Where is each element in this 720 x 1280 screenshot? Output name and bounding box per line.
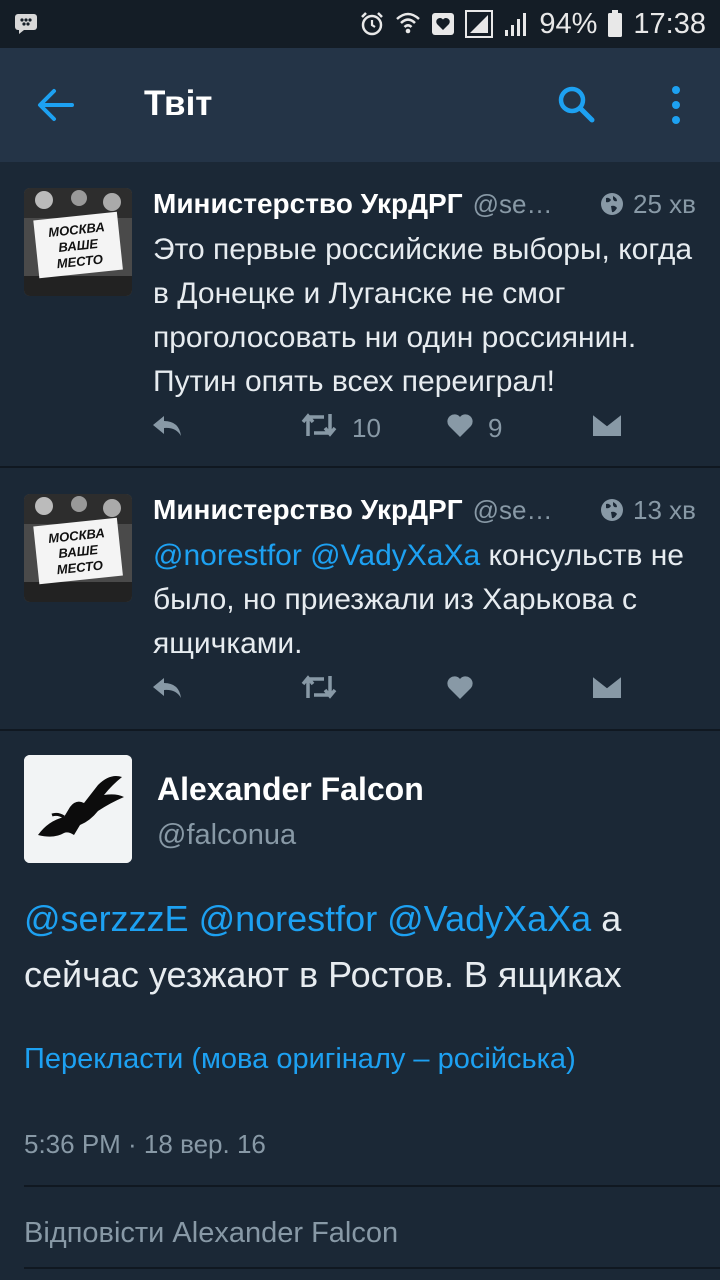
retweet-button[interactable]: 10	[300, 412, 381, 445]
avatar[interactable]	[24, 755, 132, 863]
reply-icon	[150, 674, 184, 709]
reply-icon	[150, 412, 184, 447]
tweet-text: @serzzzE @norestfor @VadyXaXa а сейчас у…	[24, 891, 704, 1003]
reply-button[interactable]	[150, 674, 184, 709]
envelope-icon	[592, 674, 622, 707]
heart-icon	[446, 412, 474, 445]
tweet-time: 13 хв	[633, 494, 696, 525]
heart-icon	[431, 12, 455, 36]
retweet-icon	[300, 674, 338, 707]
battery-icon	[607, 10, 623, 38]
like-button[interactable]: 9	[446, 412, 502, 445]
translate-link[interactable]: Перекласти (мова оригіналу – російська)	[24, 1043, 576, 1076]
reply-input[interactable]: Відповісти Alexander Falcon	[24, 1217, 398, 1250]
tweet-timestamp: 5:36 PM · 18 вер. 16	[24, 1129, 266, 1159]
status-bar: 94% 17:38	[0, 0, 720, 48]
clock: 17:38	[633, 7, 706, 40]
search-icon[interactable]	[556, 84, 596, 124]
envelope-icon	[592, 412, 622, 445]
user-handle: @se…	[472, 494, 553, 525]
alarm-icon	[359, 11, 385, 37]
user-name[interactable]: Министерство УкрДРГ	[153, 494, 463, 526]
tweet-text: @norestfor @VadyXaXa консульств не было,…	[153, 534, 700, 666]
back-arrow-icon[interactable]	[36, 85, 76, 125]
direct-message-button[interactable]	[592, 412, 622, 445]
globe-icon	[599, 497, 625, 523]
tweet-item[interactable]: МОСКВА ВАШЕ МЕСТО Министерство УкрДРГ @s…	[0, 468, 720, 731]
wifi-icon	[395, 10, 421, 38]
globe-icon	[599, 191, 625, 217]
mention-links[interactable]: @norestfor @VadyXaXa	[153, 539, 480, 572]
retweet-icon	[300, 412, 338, 445]
retweet-button[interactable]	[300, 674, 352, 707]
avatar[interactable]: МОСКВА ВАШЕ МЕСТО	[24, 188, 132, 296]
avatar[interactable]: МОСКВА ВАШЕ МЕСТО	[24, 494, 132, 602]
retweet-count: 10	[352, 413, 381, 443]
user-handle: @se…	[472, 188, 553, 219]
like-count: 9	[488, 413, 503, 443]
blackberry-messenger-icon	[14, 13, 38, 35]
page-title: Твіт	[144, 84, 213, 123]
app-bar: Твіт	[0, 48, 720, 162]
like-button[interactable]	[446, 674, 488, 707]
divider	[24, 1185, 720, 1187]
user-name[interactable]: Alexander Falcon	[157, 771, 424, 808]
tweet-actions	[150, 674, 630, 714]
divider	[24, 1267, 720, 1269]
heart-icon	[446, 674, 474, 707]
signal-icon	[465, 10, 494, 38]
tweet-item[interactable]: МОСКВА ВАШЕ МЕСТО Министерство УкрДРГ @s…	[0, 162, 720, 468]
tweet-header: Министерство УкрДРГ @se… 25 хв	[153, 184, 696, 224]
tweet-header: Министерство УкрДРГ @se… 13 хв	[153, 490, 696, 530]
user-name[interactable]: Министерство УкрДРГ	[153, 188, 463, 220]
reply-button[interactable]	[150, 412, 184, 447]
tweet-text: Это первые российские выборы, когда в До…	[153, 233, 693, 398]
direct-message-button[interactable]	[592, 674, 622, 707]
mention-links[interactable]: @serzzzE @norestfor @VadyXaXa	[24, 898, 591, 939]
more-vert-icon[interactable]	[664, 82, 688, 128]
user-handle: @falconua	[157, 819, 297, 851]
tweet-actions: 10 9	[150, 412, 630, 452]
signal-icon	[503, 10, 529, 38]
tweet-time: 25 хв	[633, 188, 696, 219]
battery-percent: 94%	[539, 7, 598, 40]
